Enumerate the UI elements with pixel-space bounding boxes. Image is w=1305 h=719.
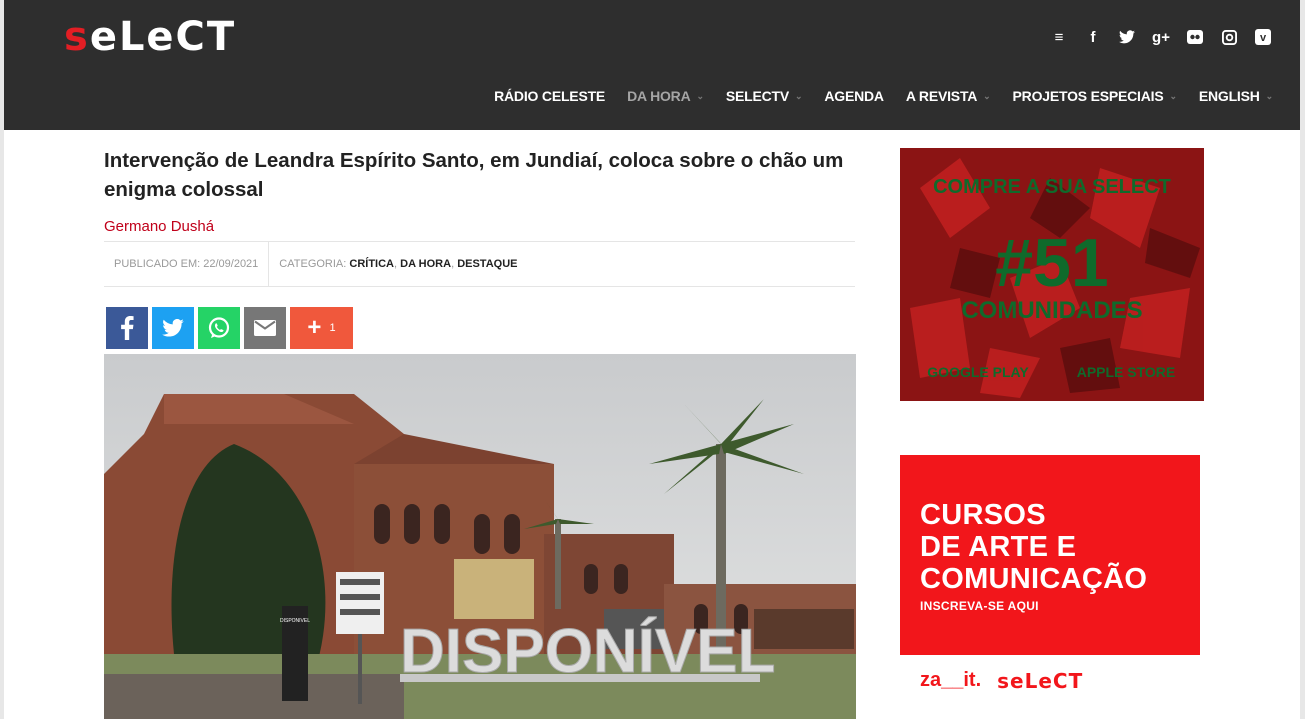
instagram-icon[interactable]	[1216, 24, 1242, 50]
partner-logo: za__it.	[920, 669, 982, 691]
chevron-down-icon: ⌄	[983, 90, 991, 101]
share-facebook-button[interactable]	[106, 307, 148, 349]
whatsapp-icon	[208, 317, 230, 338]
category-link-destaque[interactable]: DESTAQUE	[457, 258, 517, 270]
nav-item-selectv[interactable]: SELECTV ⌄	[715, 88, 814, 104]
nav-label: ENGLISH	[1198, 88, 1260, 104]
category-link-critica[interactable]: CRÍTICA	[349, 258, 394, 270]
magazine-ad[interactable]: COMPRE A SUA SELECT #51 COMUNIDADES GOOG…	[900, 148, 1204, 401]
article-title: Intervenção de Leandra Espírito Santo, e…	[104, 149, 844, 201]
chevron-down-icon: ⌄	[1169, 90, 1177, 101]
nav-item-projetos-especiais[interactable]: PROJETOS ESPECIAIS ⌄	[1002, 88, 1188, 104]
logo-letter-s: s	[64, 14, 90, 60]
category-link-da-hora[interactable]: DA HORA	[400, 258, 451, 270]
courses-ad-headline: CURSOS DE ARTE E COMUNICAÇÃO	[920, 499, 1147, 595]
courses-ad-footer: za__it. seLeCT	[920, 669, 1083, 693]
twitter-icon[interactable]	[1114, 24, 1140, 50]
share-count: 1	[329, 322, 336, 334]
share-more-button[interactable]: +1	[290, 307, 353, 349]
nav-item-a-revista[interactable]: A REVISTA ⌄	[895, 88, 1002, 104]
facebook-icon	[121, 316, 134, 340]
share-whatsapp-button[interactable]	[198, 307, 240, 349]
magazine-ad-art: COMPRE A SUA SELECT #51 COMUNIDADES GOOG…	[900, 148, 1204, 401]
courses-ad-banner: CURSOS DE ARTE E COMUNICAÇÃO INSCREVA-SE…	[900, 455, 1200, 655]
vimeo-icon[interactable]: v	[1250, 24, 1276, 50]
nav-item-radio-celeste[interactable]: RÁDIO CELESTE	[483, 88, 616, 104]
chevron-down-icon: ⌄	[696, 90, 705, 101]
plaque-text: DISPONIVEL	[280, 618, 310, 624]
publish-date: PUBLICADO EM: 22/09/2021	[104, 241, 270, 287]
nav-item-da-hora[interactable]: DA HORA ⌄	[616, 88, 715, 104]
headline-line-2: DE ARTE E	[920, 531, 1077, 563]
share-twitter-button[interactable]	[152, 307, 194, 349]
author-link[interactable]: Germano Dushá	[104, 218, 214, 235]
ad-line-1: COMPRE A SUA SELECT	[933, 176, 1171, 198]
nav-label: PROJETOS ESPECIAIS	[1012, 88, 1164, 104]
nav-label: DA HORA	[627, 88, 691, 104]
nav-item-english[interactable]: ENGLISH ⌄	[1188, 88, 1284, 104]
site-header: seLeCT ≡ f g+ v RÁDIO CELESTE DA HORA ⌄ S…	[4, 0, 1300, 130]
site-logo[interactable]: seLeCT	[64, 14, 236, 60]
courses-ad-cta[interactable]: INSCREVA-SE AQUI	[920, 599, 1039, 613]
headline-line-3: COMUNICAÇÃO	[920, 563, 1148, 595]
nav-label: SELECTV	[725, 88, 790, 104]
select-logo: seLeCT	[997, 669, 1084, 693]
google-plus-icon[interactable]: g+	[1148, 24, 1174, 50]
nav-label: RÁDIO CELESTE	[494, 88, 606, 104]
flickr-icon[interactable]	[1182, 24, 1208, 50]
nav-item-agenda[interactable]: AGENDA	[813, 88, 894, 104]
envelope-icon	[254, 320, 276, 336]
share-email-button[interactable]	[244, 307, 286, 349]
chevron-down-icon: ⌄	[1265, 90, 1274, 101]
plus-icon: +	[307, 314, 322, 341]
courses-ad[interactable]: CURSOS DE ARTE E COMUNICAÇÃO INSCREVA-SE…	[900, 455, 1200, 700]
nav-label: A REVISTA	[905, 88, 978, 104]
svg-text:v: v	[1260, 32, 1267, 44]
apple-store-link[interactable]: APPLE STORE	[1077, 364, 1176, 380]
page: seLeCT ≡ f g+ v RÁDIO CELESTE DA HORA ⌄ S…	[4, 0, 1300, 719]
social-links: ≡ f g+ v	[1046, 24, 1276, 50]
categories: CATEGORIA: CRÍTICA, DA HORA, DESTAQUE	[279, 258, 518, 270]
main-nav: RÁDIO CELESTE DA HORA ⌄ SELECTV ⌄ AGENDA A…	[483, 88, 1284, 104]
ad-theme: COMUNIDADES	[961, 297, 1142, 324]
google-play-link[interactable]: GOOGLE PLAY	[927, 364, 1029, 380]
nav-label: AGENDA	[824, 88, 884, 104]
category-label: CATEGORIA:	[279, 258, 347, 270]
share-bar: +1	[106, 307, 353, 349]
chevron-down-icon: ⌄	[795, 90, 803, 101]
twitter-icon	[162, 319, 184, 337]
article-meta: PUBLICADO EM: 22/09/2021 CATEGORIA: CRÍT…	[104, 241, 855, 287]
facebook-icon[interactable]: f	[1080, 24, 1106, 50]
logo-text: eLeCT	[89, 14, 237, 60]
article-featured-image[interactable]: DISPONIVEL DISPONÍVEL	[104, 354, 856, 719]
ad-issue: #51	[995, 225, 1108, 301]
photo-scene: DISPONIVEL DISPONÍVEL	[104, 354, 856, 719]
headline-line-1: CURSOS	[920, 499, 1046, 531]
rss-icon[interactable]: ≡	[1046, 24, 1072, 50]
